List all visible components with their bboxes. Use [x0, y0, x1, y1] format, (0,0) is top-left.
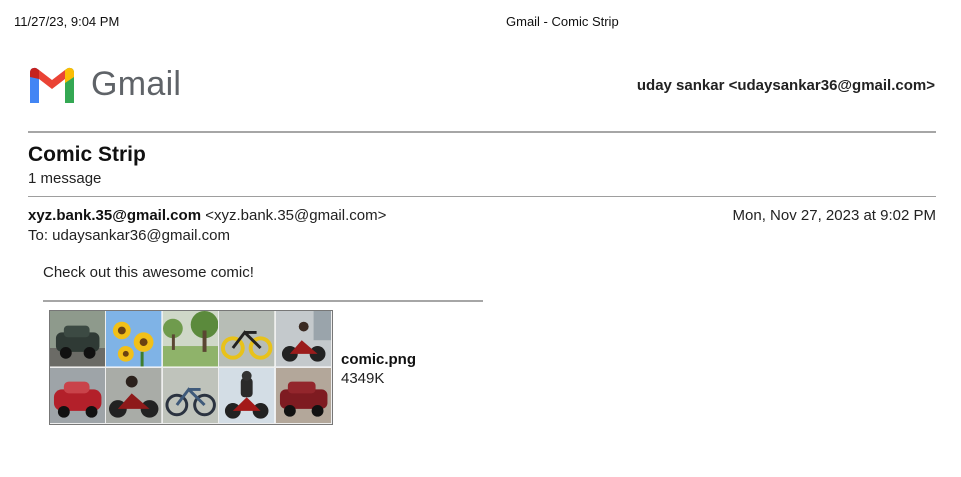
sender-address: <xyz.bank.35@gmail.com> [205, 207, 387, 224]
sender-email: xyz.bank.35@gmail.com [28, 207, 202, 224]
thread-subject: Comic Strip [28, 143, 146, 166]
comic-panel [162, 367, 220, 424]
gmail-logo: Gmail [27, 64, 181, 104]
recipient: To: udaysankar36@gmail.com [28, 227, 230, 244]
comic-panel [106, 367, 163, 424]
attachment-thumbnail[interactable] [49, 310, 333, 425]
comic-panel [219, 367, 276, 424]
message-count: 1 message [28, 170, 102, 187]
account-label: uday sankar <udaysankar36@gmail.com> [636, 77, 935, 94]
thread-divider [28, 196, 936, 197]
comic-panel [275, 367, 332, 424]
gmail-m-icon [30, 67, 74, 103]
gmail-wordmark: Gmail [91, 64, 182, 103]
attachment-size: 4349K [341, 370, 385, 387]
print-page-title: Gmail - Comic Strip [506, 14, 619, 29]
sender: xyz.bank.35@gmail.com <xyz.bank.35@gmail… [28, 207, 386, 224]
comic-panel [275, 311, 332, 368]
message-date: Mon, Nov 27, 2023 at 9:02 PM [732, 207, 936, 224]
attachment-filename[interactable]: comic.png [341, 351, 416, 368]
comic-panel [50, 311, 107, 368]
header-divider [28, 131, 936, 133]
comic-panel [219, 311, 276, 368]
comic-panel [106, 311, 163, 368]
comic-panel [50, 367, 107, 424]
comic-panel [162, 311, 220, 368]
print-datetime: 11/27/23, 9:04 PM [14, 14, 120, 29]
attachment-divider [43, 300, 483, 302]
message-body: Check out this awesome comic! [43, 264, 254, 281]
